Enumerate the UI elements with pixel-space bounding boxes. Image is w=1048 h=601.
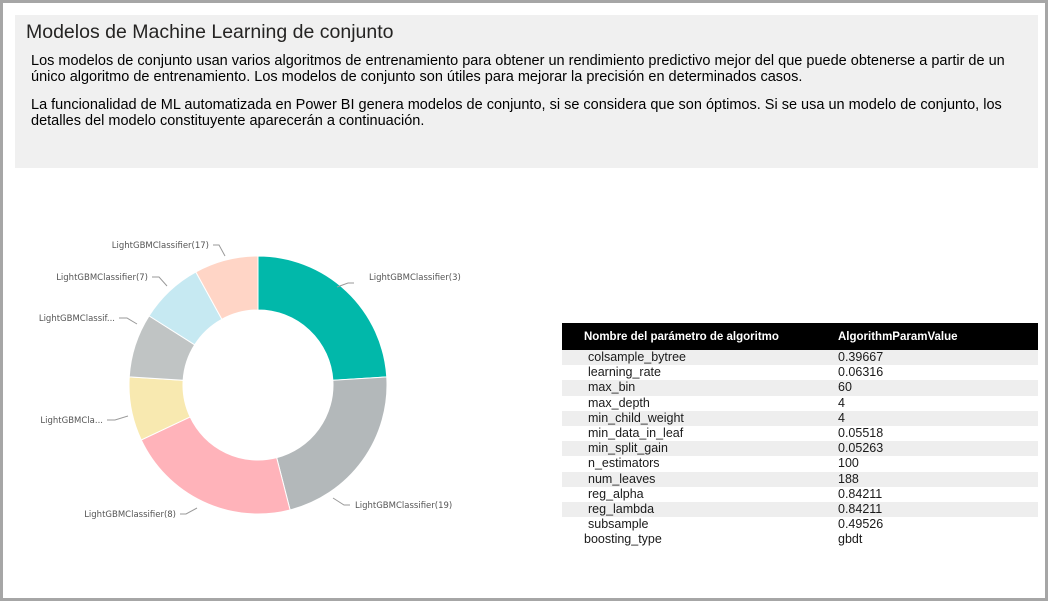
donut-slice[interactable] (140, 416, 291, 515)
table-row[interactable]: min_split_gain 0.05263 (562, 441, 1038, 457)
description-paragraph: La funcionalidad de ML automatizada en P… (31, 97, 1002, 129)
table-row[interactable]: reg_alpha 0.84211 (562, 487, 1038, 502)
param-value-cell: gbdt (838, 532, 863, 547)
table-row[interactable]: reg_lambda 0.84211 (562, 501, 1038, 518)
slice-leader-line (180, 507, 198, 515)
param-value-cell: 4 (838, 395, 845, 410)
param-name-cell: boosting_type (584, 532, 662, 547)
param-value-cell: 0.49526 (838, 517, 884, 532)
param-value-cell: 100 (838, 456, 859, 471)
param-name-cell: num_leaves (562, 471, 838, 487)
donut-slice[interactable] (257, 255, 388, 381)
table-row[interactable]: subsample 0.49526 (562, 517, 1038, 532)
param-value-cell: 0.84211 (838, 501, 1038, 518)
slice-leader-line (107, 415, 129, 421)
report-frame: Modelos de Machine Learning de conjunto … (0, 0, 1048, 601)
param-value-cell: 0.39667 (838, 350, 1038, 366)
page-title: Modelos de Machine Learning de conjunto (26, 21, 394, 43)
table-row[interactable]: min_data_in_leaf 0.05518 (562, 426, 1038, 441)
param-value-cell: 4 (838, 410, 1038, 426)
slice-label: LightGBMCla... (40, 416, 103, 426)
param-name-cell: min_child_weight (562, 410, 838, 426)
table-row[interactable]: colsample_bytree 0.39667 (562, 350, 1038, 366)
slice-label: LightGBMClassif... (39, 314, 115, 324)
table-row[interactable]: min_child_weight 4 (562, 410, 1038, 426)
slice-label: LightGBMClassifier(7) (56, 273, 148, 283)
slice-label: LightGBMClassifier(3) (369, 273, 461, 283)
param-value-cell: 188 (838, 471, 1038, 487)
param-value-cell: 0.84211 (838, 486, 883, 501)
donut-slice[interactable] (276, 376, 388, 511)
param-name-cell: reg_lambda (562, 501, 838, 518)
slice-label: LightGBMClassifier(17) (112, 241, 209, 251)
table-header-row: Nombre del parámetro de algoritmo Algori… (562, 323, 1038, 350)
description-paragraph: Los modelos de conjunto usan varios algo… (31, 53, 1005, 85)
param-name-cell: max_bin (562, 380, 838, 396)
param-value-cell: 0.05518 (838, 426, 884, 441)
table-row[interactable]: max_depth 4 (562, 396, 1038, 411)
param-name-cell: learning_rate (588, 365, 661, 380)
column-header-param-name[interactable]: Nombre del parámetro de algoritmo (562, 323, 838, 350)
algorithm-params-table: Nombre del parámetro de algoritmo Algori… (562, 323, 1038, 547)
info-panel: Modelos de Machine Learning de conjunto … (15, 15, 1038, 168)
table-row[interactable]: n_estimators 100 (562, 456, 1038, 471)
table-row[interactable]: boosting_type gbdt (562, 532, 1038, 547)
slice-label: LightGBMClassifier(8) (84, 510, 176, 520)
param-name-cell: colsample_bytree (562, 350, 838, 366)
slice-leader-line (213, 244, 226, 257)
slice-leader-line (152, 276, 168, 287)
param-name-cell: subsample (588, 517, 649, 532)
table-row[interactable]: max_bin 60 (562, 380, 1038, 396)
slice-leader-line (119, 317, 138, 325)
param-value-cell: 0.06316 (838, 365, 884, 380)
table-row[interactable]: num_leaves 188 (562, 471, 1038, 487)
donut-chart[interactable]: LightGBMClassifier(3) LightGBMClassifier(… (3, 178, 523, 588)
slice-leader-line (332, 497, 350, 506)
table-row[interactable]: learning_rate 0.06316 (562, 365, 1038, 380)
param-name-cell: min_split_gain (562, 441, 838, 457)
param-name-cell: max_depth (588, 395, 650, 410)
column-header-param-value[interactable]: AlgorithmParamValue (838, 323, 1038, 350)
param-name-cell: reg_alpha (588, 486, 644, 501)
param-name-cell: min_data_in_leaf (588, 426, 684, 441)
param-name-cell: n_estimators (588, 456, 660, 471)
slice-label: LightGBMClassifier(19) (355, 501, 452, 511)
param-value-cell: 0.05263 (838, 441, 1038, 457)
donut-chart-svg: LightGBMClassifier(3) LightGBMClassifier(… (39, 241, 461, 520)
param-value-cell: 60 (838, 380, 1038, 396)
